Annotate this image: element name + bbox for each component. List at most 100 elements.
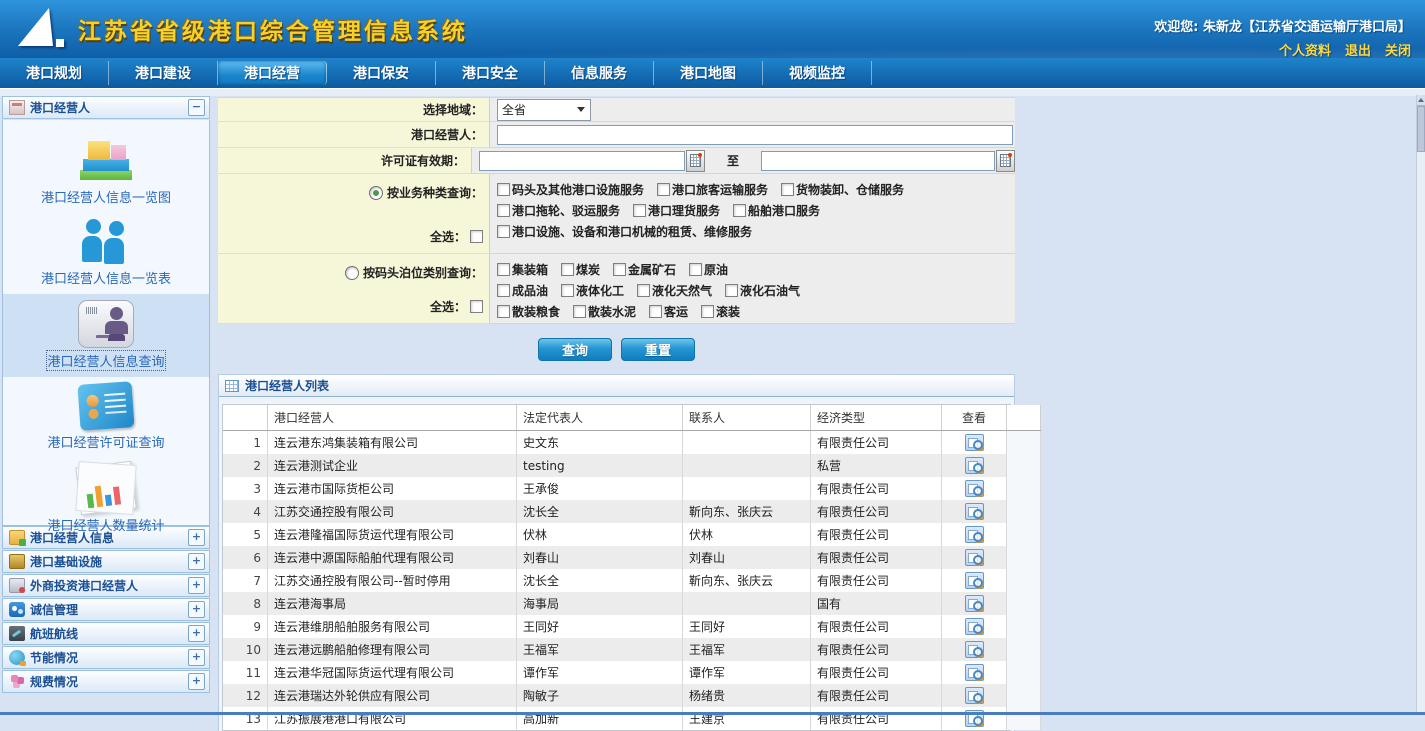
reset-button[interactable]: 重置: [621, 338, 695, 361]
berth-type-checkbox-item[interactable]: 煤炭: [561, 261, 600, 278]
sidebar-panel-header[interactable]: 港口经营人信息 +: [2, 526, 210, 549]
sidebar-panel-header[interactable]: 航班航线 +: [2, 622, 210, 645]
checkbox-icon[interactable]: [637, 284, 650, 297]
view-record-icon[interactable]: [965, 618, 984, 635]
checkbox-icon[interactable]: [689, 263, 702, 276]
expand-button[interactable]: +: [188, 673, 205, 690]
view-record-icon[interactable]: [965, 687, 984, 704]
view-record-icon[interactable]: [965, 664, 984, 681]
checkbox-icon[interactable]: [649, 305, 662, 318]
region-select[interactable]: 全省: [497, 99, 591, 121]
view-record-icon[interactable]: [965, 457, 984, 474]
scroll-up-icon[interactable]: [1417, 95, 1425, 106]
business-type-checkbox-item[interactable]: 港口旅客运输服务: [657, 181, 768, 198]
checkbox-icon[interactable]: [561, 284, 574, 297]
validity-from-input[interactable]: [479, 151, 685, 171]
berth-type-checkbox-item[interactable]: 金属矿石: [613, 261, 676, 278]
sidebar-item[interactable]: 港口经营人信息一览表: [3, 213, 209, 294]
berth-type-checkbox-item[interactable]: 液化天然气: [637, 282, 712, 299]
sidebar-panel-header[interactable]: 港口基础设施 +: [2, 550, 210, 573]
table-row[interactable]: 5 连云港隆福国际货运代理有限公司 伏林 伏林 有限责任公司: [223, 523, 1041, 546]
sidebar-item[interactable]: 港口经营人信息查询: [3, 294, 209, 377]
business-type-checkbox-item[interactable]: 港口拖轮、驳运服务: [497, 202, 620, 219]
calendar-icon[interactable]: [996, 150, 1015, 172]
berth-type-checkbox-item[interactable]: 散装水泥: [573, 303, 636, 320]
berth-type-checkbox-item[interactable]: 客运: [649, 303, 688, 320]
berth-type-checkbox-item[interactable]: 集装箱: [497, 261, 548, 278]
user-link[interactable]: 个人资料: [1279, 40, 1331, 59]
checkbox-icon[interactable]: [561, 263, 574, 276]
view-record-icon[interactable]: [965, 503, 984, 520]
berth-type-checkbox-item[interactable]: 液化石油气: [725, 282, 800, 299]
sidebar-panel-header[interactable]: 诚信管理 +: [2, 598, 210, 621]
sidebar-item[interactable]: 港口经营人信息一览图: [3, 132, 209, 213]
business-type-checkbox-item[interactable]: 船舶港口服务: [733, 202, 820, 219]
expand-button[interactable]: +: [188, 601, 205, 618]
table-row[interactable]: 1 连云港东鸿集装箱有限公司 史文东 有限责任公司: [223, 431, 1041, 455]
nav-tab[interactable]: 港口安全: [436, 61, 545, 85]
view-record-icon[interactable]: [965, 526, 984, 543]
business-type-checkbox-item[interactable]: 货物装卸、仓储服务: [781, 181, 904, 198]
checkbox-icon[interactable]: [733, 204, 746, 217]
checkbox-icon[interactable]: [497, 263, 510, 276]
view-record-icon[interactable]: [965, 595, 984, 612]
nav-tab[interactable]: 港口地图: [654, 61, 763, 85]
checkbox-icon[interactable]: [573, 305, 586, 318]
berth-type-checkbox-item[interactable]: 原油: [689, 261, 728, 278]
operator-input[interactable]: [497, 125, 1013, 145]
table-row[interactable]: 10 连云港远鹏船舶修理有限公司 王福军 王福军 有限责任公司: [223, 638, 1041, 661]
business-type-checkbox-item[interactable]: 码头及其他港口设施服务: [497, 181, 644, 198]
nav-tab[interactable]: 港口保安: [327, 61, 436, 85]
nav-tab[interactable]: 港口经营: [218, 61, 327, 85]
business-query-radio[interactable]: [369, 186, 383, 200]
query-button[interactable]: 查询: [538, 338, 612, 361]
checkbox-icon[interactable]: [497, 305, 510, 318]
table-row[interactable]: 2 连云港测试企业 testing 私营: [223, 454, 1041, 477]
scrollbar-thumb[interactable]: [1417, 106, 1425, 152]
berth-type-checkbox-item[interactable]: 散装粮食: [497, 303, 560, 320]
checkbox-icon[interactable]: [497, 183, 510, 196]
view-record-icon[interactable]: [965, 549, 984, 566]
expand-button[interactable]: +: [188, 625, 205, 642]
calendar-icon[interactable]: [686, 150, 705, 172]
checkbox-icon[interactable]: [613, 263, 626, 276]
sidebar-panel-header[interactable]: 节能情况 +: [2, 646, 210, 669]
expand-button[interactable]: +: [188, 553, 205, 570]
expand-button[interactable]: +: [188, 649, 205, 666]
nav-tab[interactable]: 信息服务: [545, 61, 654, 85]
table-row[interactable]: 9 连云港维朋船舶服务有限公司 王同好 王同好 有限责任公司: [223, 615, 1041, 638]
page-scrollbar[interactable]: [1416, 95, 1425, 715]
view-record-icon[interactable]: [965, 434, 984, 451]
berth-type-checkbox-item[interactable]: 滚装: [701, 303, 740, 320]
business-type-checkbox-item[interactable]: 港口设施、设备和港口机械的租赁、维修服务: [497, 223, 752, 240]
berth-query-radio[interactable]: [345, 266, 359, 280]
nav-tab[interactable]: 港口建设: [109, 61, 218, 85]
table-row[interactable]: 6 连云港中源国际船舶代理有限公司 刘春山 刘春山 有限责任公司: [223, 546, 1041, 569]
select-all-business-checkbox[interactable]: [470, 230, 483, 243]
sidebar-panel-header[interactable]: 外商投资港口经营人 +: [2, 574, 210, 597]
checkbox-icon[interactable]: [657, 183, 670, 196]
checkbox-icon[interactable]: [781, 183, 794, 196]
checkbox-icon[interactable]: [725, 284, 738, 297]
table-row[interactable]: 11 连云港华冠国际货运代理有限公司 谭作军 谭作军 有限责任公司: [223, 661, 1041, 684]
collapse-button[interactable]: −: [188, 99, 205, 116]
table-row[interactable]: 12 连云港瑞达外轮供应有限公司 陶敏子 杨绪贵 有限责任公司: [223, 684, 1041, 707]
table-row[interactable]: 13 江苏振展港港口有限公司 高加新 王建京 有限责任公司: [223, 707, 1041, 730]
user-link[interactable]: 关闭: [1385, 40, 1411, 59]
sidebar-panel-header-operators[interactable]: 港口经营人 −: [2, 96, 210, 119]
checkbox-icon[interactable]: [497, 284, 510, 297]
business-type-checkbox-item[interactable]: 港口理货服务: [633, 202, 720, 219]
expand-button[interactable]: +: [188, 577, 205, 594]
view-record-icon[interactable]: [965, 641, 984, 658]
table-row[interactable]: 8 连云港海事局 海事局 国有: [223, 592, 1041, 615]
expand-button[interactable]: +: [188, 529, 205, 546]
nav-tab[interactable]: 港口规划: [0, 61, 109, 85]
user-link[interactable]: 退出: [1345, 40, 1371, 59]
checkbox-icon[interactable]: [701, 305, 714, 318]
table-row[interactable]: 4 江苏交通控股有限公司 沈长全 靳向东、张庆云 有限责任公司: [223, 500, 1041, 523]
checkbox-icon[interactable]: [633, 204, 646, 217]
select-all-berth-checkbox[interactable]: [470, 300, 483, 313]
table-row[interactable]: 7 江苏交通控股有限公司--暂时停用 沈长全 靳向东、张庆云 有限责任公司: [223, 569, 1041, 592]
berth-type-checkbox-item[interactable]: 液体化工: [561, 282, 624, 299]
view-record-icon[interactable]: [965, 480, 984, 497]
